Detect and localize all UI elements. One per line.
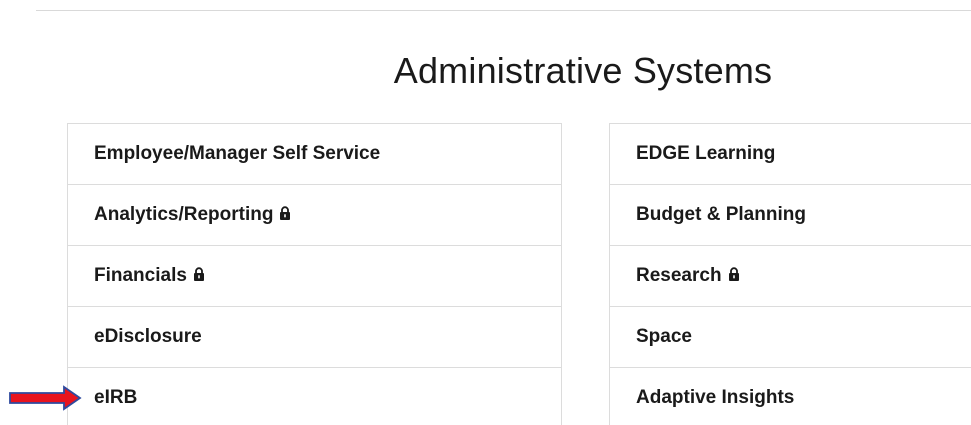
divider (36, 10, 971, 11)
page: Administrative Systems Employee/Manager … (0, 0, 971, 425)
list-item-adaptive-insights[interactable]: Adaptive Insights (610, 368, 971, 425)
list-item-employee-manager-self-service[interactable]: Employee/Manager Self Service (68, 124, 561, 185)
list-item-label: EDGE Learning (636, 143, 776, 164)
list-item-label: Employee/Manager Self Service (94, 143, 381, 164)
list-item-research[interactable]: Research (610, 246, 971, 307)
list-item-edge-learning[interactable]: EDGE Learning (610, 124, 971, 185)
lock-icon (728, 266, 740, 286)
list-item-eirb[interactable]: eIRB (68, 368, 561, 425)
list-item-label: eIRB (94, 387, 138, 408)
lock-icon (193, 266, 205, 286)
arrow-right-icon (9, 385, 82, 411)
left-system-list: Employee/Manager Self Service Analytics/… (67, 123, 562, 425)
lock-icon (279, 205, 291, 225)
list-item-label: Research (636, 265, 722, 286)
list-item-label: Space (636, 326, 692, 347)
right-system-list: EDGE Learning Budget & Planning Research… (609, 123, 971, 425)
list-item-analytics-reporting[interactable]: Analytics/Reporting (68, 185, 561, 246)
list-item-edisclosure[interactable]: eDisclosure (68, 307, 561, 368)
list-item-label: Adaptive Insights (636, 387, 795, 408)
list-item-label: Budget & Planning (636, 204, 806, 225)
list-item-financials[interactable]: Financials (68, 246, 561, 307)
list-item-label: Analytics/Reporting (94, 204, 274, 225)
list-item-space[interactable]: Space (610, 307, 971, 368)
list-item-label: Financials (94, 265, 187, 286)
page-title: Administrative Systems (393, 50, 773, 91)
list-item-label: eDisclosure (94, 326, 202, 347)
list-item-budget-planning[interactable]: Budget & Planning (610, 185, 971, 246)
